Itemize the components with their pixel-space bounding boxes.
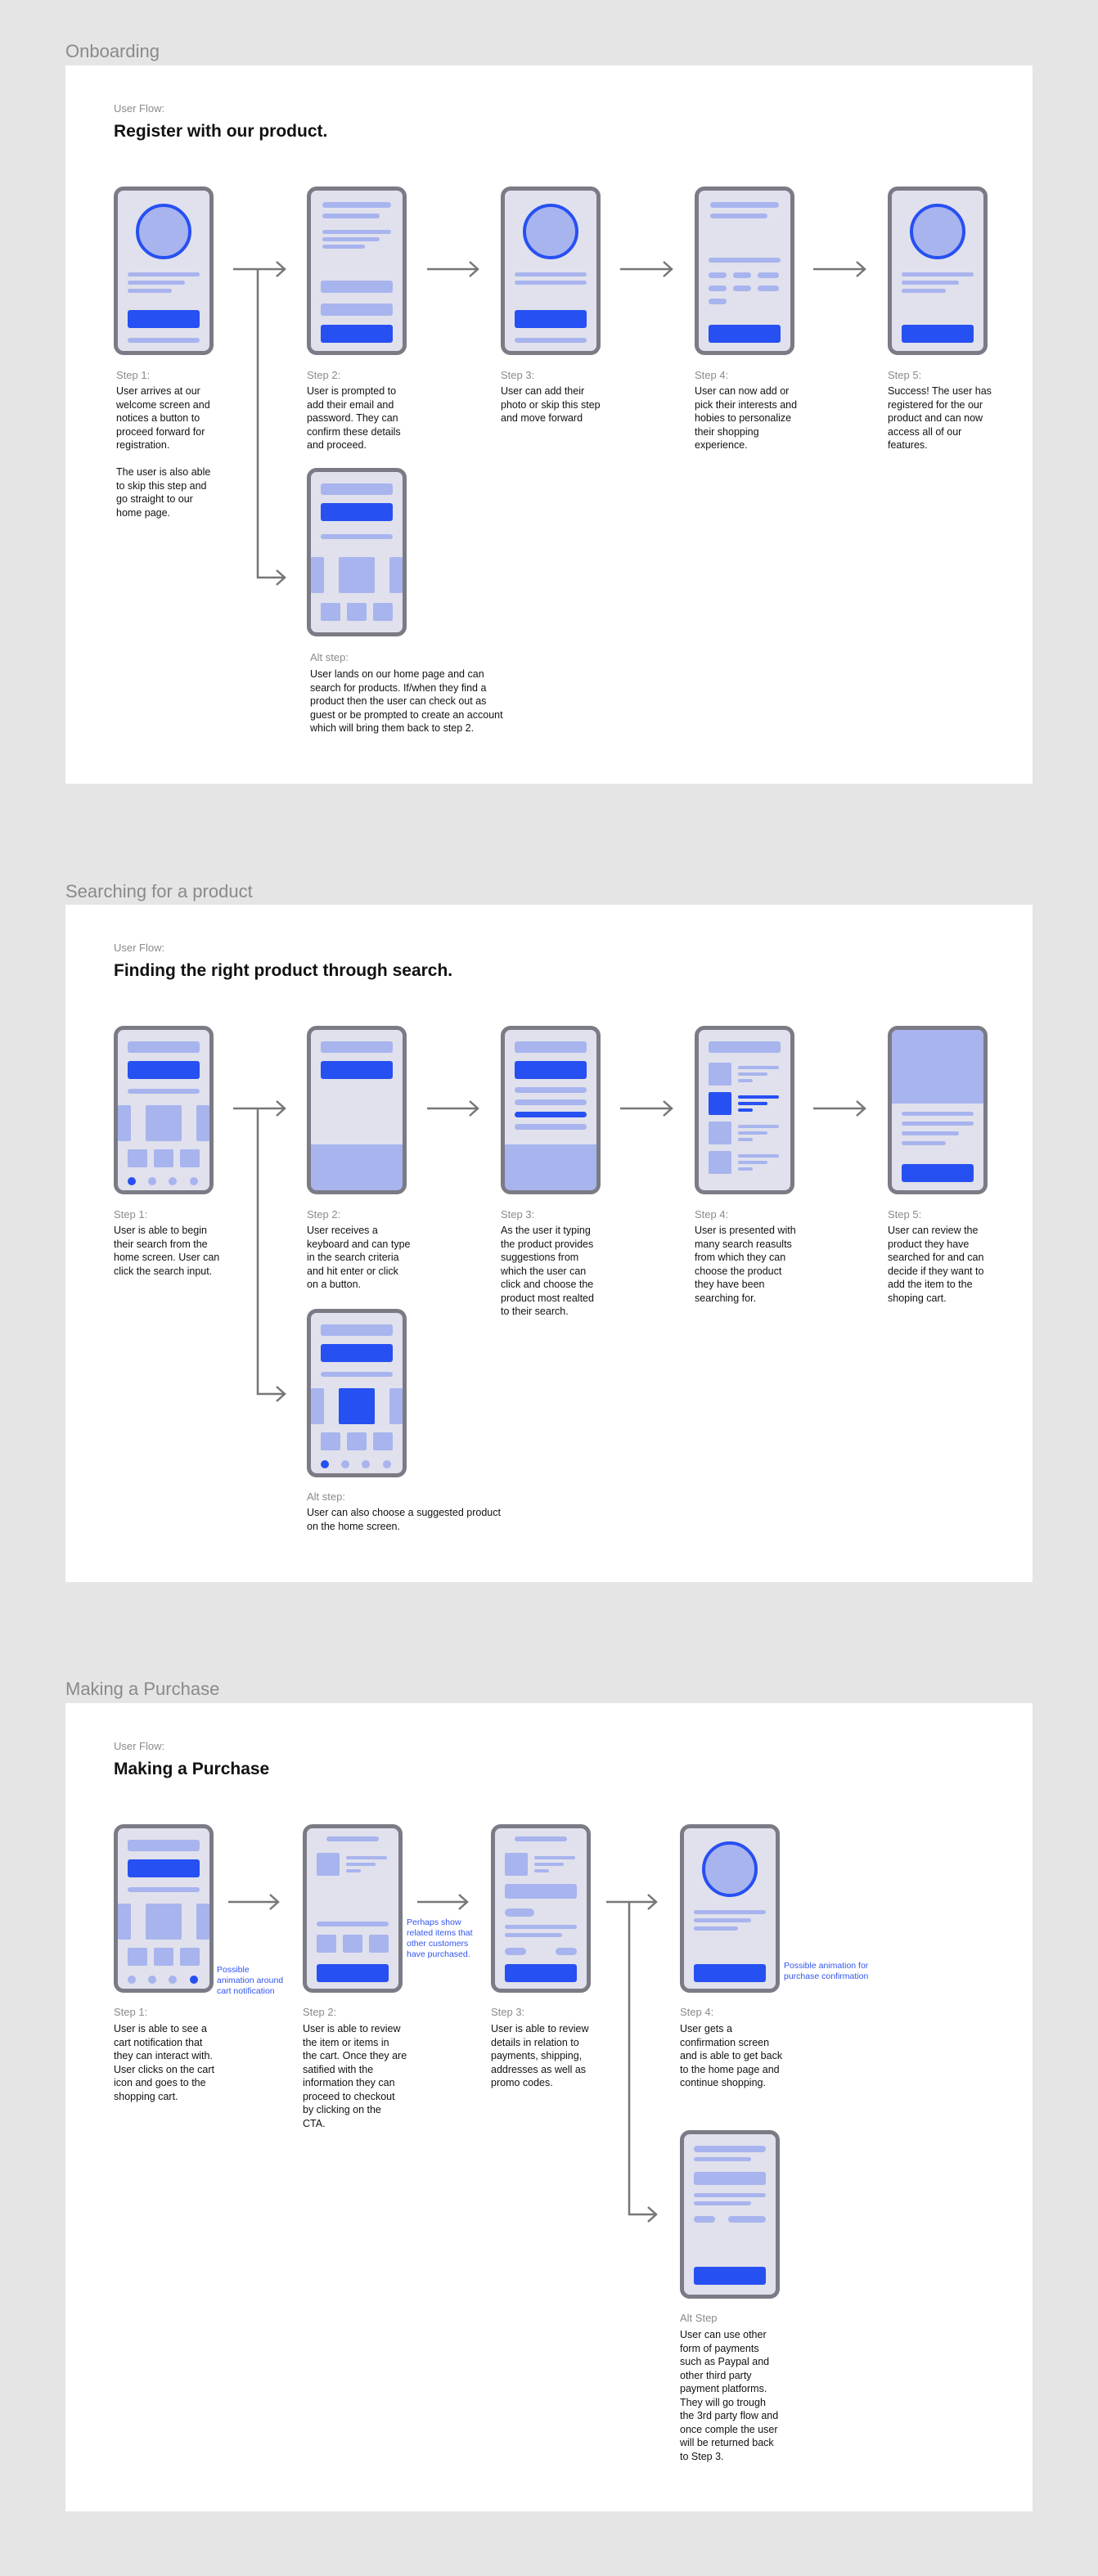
step-label: Step 5:: [888, 369, 922, 381]
step-label: Step 2:: [307, 369, 341, 381]
step-label: Step 5:: [888, 1208, 922, 1221]
cart-review-screen-mockup: [303, 1824, 403, 1993]
step-description: User can now add or pick their interests…: [695, 385, 798, 451]
purchase-card: User Flow: Making a Purchase Possible an…: [65, 1703, 1033, 2511]
step-label: Step 3:: [501, 1208, 535, 1221]
alt-step-description: User can also choose a suggested product…: [307, 1507, 501, 1532]
suggested-product-screen-mockup: [307, 1309, 407, 1477]
search-results-screen-mockup: [695, 1026, 794, 1194]
annotation-note: Perhaps show related items that other cu…: [407, 1917, 473, 1959]
avatar-circle: [136, 204, 191, 259]
step-description: User is prompted to add their email and …: [307, 385, 401, 451]
cart-notification-dot: [190, 1976, 198, 1984]
step-label: Step 2:: [307, 1208, 341, 1221]
step-description: Success! The user has registered for the…: [888, 385, 992, 451]
step-label: Step 1:: [116, 369, 151, 381]
keyboard-area: [311, 1144, 403, 1190]
step-description: User is able to begin their search from …: [114, 1225, 220, 1277]
alt-step-description: User can use other form of payments such…: [680, 2329, 779, 2462]
cta-button: [128, 310, 200, 328]
confirmation-screen-mockup: [680, 1824, 780, 1993]
step-description: User is able to review details in relati…: [491, 2023, 589, 2088]
step-label: Step 4:: [695, 369, 729, 381]
interests-screen-mockup: [695, 187, 794, 355]
step-description: User is able to review the item or items…: [303, 2023, 407, 2129]
step-description: As the user it typing the product provid…: [501, 1225, 594, 1317]
step-description: User gets a confirmation screen and is a…: [680, 2023, 783, 2088]
step-description: User is able to see a cart notification …: [114, 2023, 214, 2102]
alt-step-label: Alt Step: [680, 2312, 718, 2324]
step-description: User can review the product they have se…: [888, 1225, 984, 1304]
cart-notification-screen-mockup: [114, 1824, 214, 1993]
product-image-area: [892, 1030, 983, 1104]
step-description: User is presented with many search reasu…: [695, 1225, 796, 1304]
alt-step-label: Alt step:: [307, 1490, 345, 1503]
third-party-payment-screen-mockup: [680, 2130, 780, 2299]
home-search-screen-mockup: [114, 1026, 214, 1194]
step-label: Step 2:: [303, 2006, 337, 2018]
searching-card: User Flow: Finding the right product thr…: [65, 905, 1033, 1582]
photo-upload-screen-mockup: [501, 187, 601, 355]
keyboard-screen-mockup: [307, 1026, 407, 1194]
section-title-searching: Searching for a product: [65, 881, 253, 901]
alt-step-label: Alt step:: [310, 651, 349, 663]
annotation-note: Possible animation around cart notificat…: [217, 1965, 284, 1996]
checkout-details-screen-mockup: [491, 1824, 591, 1993]
alt-step-description: User lands on our home page and can sear…: [310, 668, 503, 734]
success-screen-mockup: [888, 187, 988, 355]
home-page-screen-mockup: [307, 468, 407, 636]
step-label: Step 4:: [680, 2006, 714, 2018]
step-label: Step 3:: [501, 369, 535, 381]
annotation-note: Possible animation for purchase confirma…: [784, 1961, 869, 1981]
step-label: Step 1:: [114, 1208, 148, 1221]
onboarding-card: User Flow: Register with our product. St…: [65, 65, 1033, 784]
welcome-screen-mockup: [114, 187, 214, 355]
step-description: User can add their photo or skip this st…: [501, 385, 601, 424]
product-detail-screen-mockup: [888, 1026, 988, 1194]
step-label: Step 1:: [114, 2006, 148, 2018]
section-title-onboarding: Onboarding: [65, 41, 160, 61]
suggestions-screen-mockup: [501, 1026, 601, 1194]
step-description: User arrives at our welcome screen and n…: [116, 385, 211, 519]
section-title-purchase: Making a Purchase: [65, 1679, 220, 1699]
step-label: Step 3:: [491, 2006, 525, 2018]
email-password-screen-mockup: [307, 187, 407, 355]
step-label: Step 4:: [695, 1208, 729, 1221]
step-description: User receives a keyboard and can type in…: [307, 1225, 411, 1290]
